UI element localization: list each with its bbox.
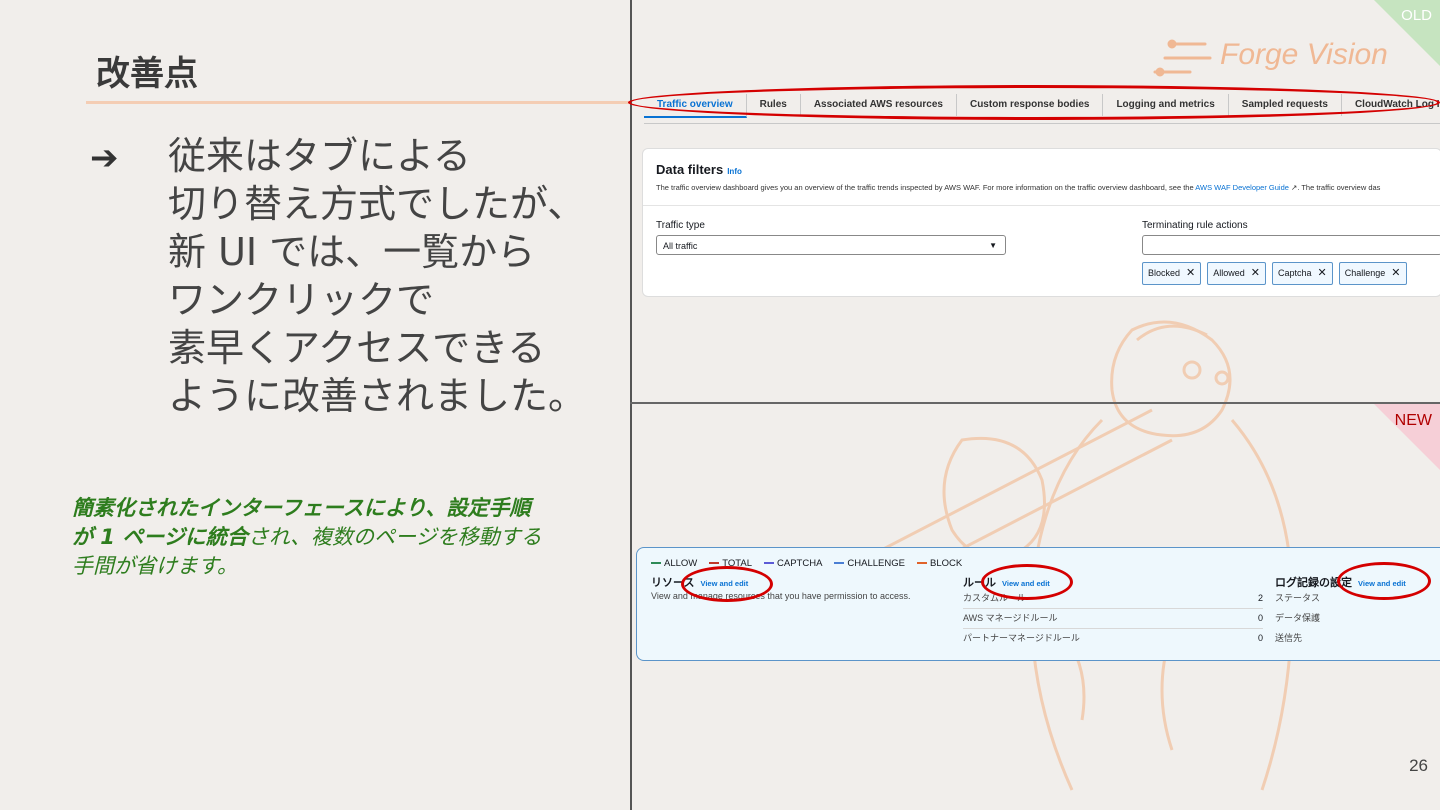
data-filters-card: Data filters Info The traffic overview da…	[642, 148, 1440, 297]
tab-bar-underline	[644, 123, 1440, 124]
action-chips: Blocked ✕ Allowed ✕ Captcha ✕ Challenge ✕	[1142, 262, 1407, 285]
legend-captcha: CAPTCHA	[764, 558, 822, 569]
legend-challenge: CHALLENGE	[834, 558, 905, 569]
slide-left-panel: 改善点 ➔ 従来はタブによる 切り替え方式でしたが、 新 UI では、一覧から …	[0, 0, 630, 810]
description-suffix: . The traffic overview das	[1297, 183, 1381, 192]
rule-name: AWS マネージドルール	[963, 613, 1058, 623]
legend-swatch	[709, 562, 720, 565]
terminating-rule-input[interactable]	[1142, 235, 1440, 255]
chip-blocked[interactable]: Blocked ✕	[1142, 262, 1202, 285]
log-item-destination: 送信先	[1275, 633, 1303, 643]
rule-name: パートナーマネージドルール	[963, 633, 1080, 643]
legend-label: CAPTCHA	[777, 558, 823, 569]
info-link[interactable]: Info	[727, 167, 742, 176]
card-separator	[643, 205, 1440, 206]
bullet-text: 従来はタブによる 切り替え方式でしたが、 新 UI では、一覧から ワンクリック…	[168, 134, 587, 418]
log-item-data-protection: データ保護	[1275, 613, 1321, 623]
caret-down-icon: ▼	[989, 241, 997, 250]
arrow-bullet-icon: ➔	[90, 138, 119, 178]
rule-count: 0	[1257, 633, 1263, 643]
summary-note: 簡素化されたインターフェースにより、設定手順が 1 ページに統合され、複数のペー…	[72, 494, 542, 581]
chip-allowed[interactable]: Allowed ✕	[1207, 262, 1266, 285]
chip-challenge[interactable]: Challenge ✕	[1338, 262, 1407, 285]
traffic-type-label: Traffic type	[656, 220, 705, 231]
new-label: NEW	[1394, 412, 1432, 429]
chip-label: Captcha	[1278, 268, 1312, 278]
legend-allow: ALLOW	[651, 558, 697, 569]
rule-row-partner-managed: パートナーマネージドルール 0	[963, 629, 1263, 648]
terminating-rule-label: Terminating rule actions	[1142, 220, 1248, 231]
logo-wordmark: Forge Vision	[1220, 38, 1388, 71]
legend-block: BLOCK	[916, 558, 963, 569]
description-prefix: The traffic overview dashboard gives you…	[656, 183, 1196, 192]
chip-label: Allowed	[1213, 268, 1245, 278]
rule-row-aws-managed: AWS マネージドルール 0	[963, 609, 1263, 629]
remove-icon[interactable]: ✕	[1186, 267, 1195, 279]
legend-swatch	[834, 562, 845, 565]
traffic-type-select[interactable]: All traffic ▼	[656, 235, 1006, 255]
old-ui-screenshot: Traffic overview Rules Associated AWS re…	[628, 85, 1440, 316]
data-filters-description: The traffic overview dashboard gives you…	[656, 183, 1440, 192]
remove-icon[interactable]: ✕	[1391, 267, 1400, 279]
legend-swatch	[764, 562, 775, 565]
chart-legend: ALLOW TOTAL CAPTCHA CHALLENGE BLOCK	[651, 558, 962, 569]
traffic-type-value: All traffic	[663, 241, 698, 251]
rules-highlight-oval	[981, 564, 1073, 600]
tabs-highlight-oval	[628, 85, 1440, 120]
chip-label: Challenge	[1344, 268, 1386, 278]
data-filters-title-text: Data filters	[656, 162, 724, 177]
page-title: 改善点	[96, 54, 198, 94]
legend-label: CHALLENGE	[847, 558, 905, 569]
legend-label: BLOCK	[929, 558, 963, 569]
chip-captcha[interactable]: Captcha ✕	[1272, 262, 1333, 285]
chip-label: Blocked	[1148, 268, 1181, 278]
title-underline	[86, 101, 630, 104]
resources-highlight-oval	[681, 566, 773, 602]
legend-label: ALLOW	[664, 558, 698, 569]
remove-icon[interactable]: ✕	[1251, 267, 1260, 279]
logging-highlight-oval	[1337, 562, 1431, 600]
old-label: OLD	[1401, 7, 1432, 24]
remove-icon[interactable]: ✕	[1318, 267, 1327, 279]
page-number: 26	[1409, 756, 1428, 775]
horizontal-divider	[630, 402, 1440, 404]
rule-count: 0	[1257, 613, 1263, 623]
data-filters-title: Data filters Info	[656, 162, 742, 177]
rule-count: 2	[1257, 593, 1263, 603]
legend-swatch	[916, 562, 927, 565]
developer-guide-link[interactable]: AWS WAF Developer Guide	[1195, 183, 1289, 192]
legend-swatch	[651, 562, 661, 565]
